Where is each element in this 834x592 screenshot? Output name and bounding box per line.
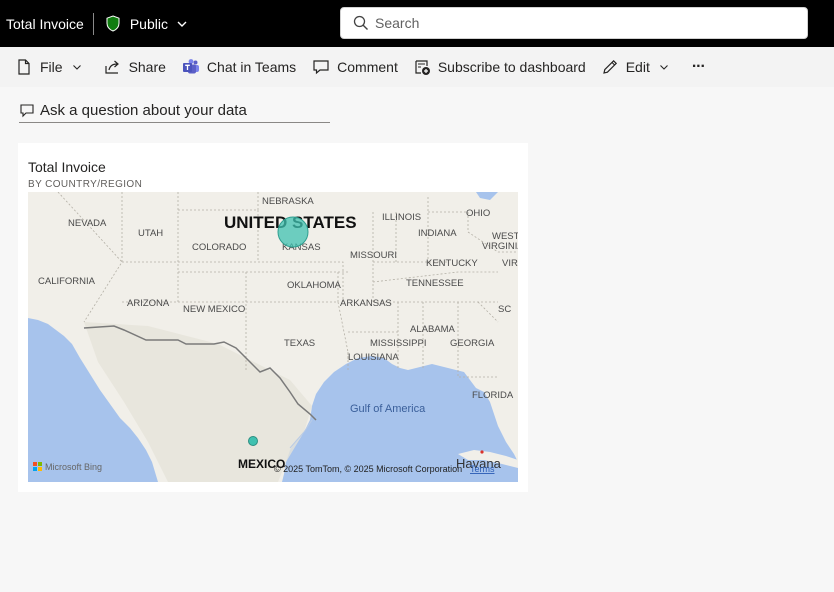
- svg-text:NEW MEXICO: NEW MEXICO: [183, 304, 245, 315]
- shield-icon[interactable]: [105, 15, 121, 32]
- bubble-united-states[interactable]: [277, 216, 309, 248]
- more-options-button[interactable]: ···: [691, 47, 706, 87]
- share-button[interactable]: Share: [104, 47, 166, 87]
- svg-text:GEORGIA: GEORGIA: [450, 338, 495, 349]
- file-label: File: [40, 59, 63, 75]
- subscribe-label: Subscribe to dashboard: [437, 59, 586, 75]
- chevron-down-icon: [659, 62, 669, 72]
- subscribe-button[interactable]: Subscribe to dashboard: [413, 47, 586, 87]
- comment-icon: [19, 102, 35, 118]
- teams-icon: [182, 58, 200, 76]
- file-icon: [15, 58, 33, 76]
- map-provider: Microsoft Bing: [45, 462, 102, 472]
- search-box[interactable]: [340, 7, 808, 39]
- map-copyright: © 2025 TomTom, © 2025 Microsoft Corporat…: [274, 464, 462, 474]
- share-icon: [104, 58, 122, 76]
- chevron-down-icon[interactable]: [176, 18, 188, 30]
- comment-icon: [312, 58, 330, 76]
- tile-title: Total Invoice: [28, 159, 106, 175]
- svg-text:TENNESSEE: TENNESSEE: [406, 278, 464, 289]
- sensitivity-label[interactable]: Public: [130, 16, 168, 32]
- map-tile[interactable]: Total Invoice BY COUNTRY/REGION NEBRASKA…: [18, 143, 528, 492]
- share-label: Share: [128, 59, 166, 75]
- svg-text:MISSOURI: MISSOURI: [350, 250, 397, 261]
- svg-text:INDIANA: INDIANA: [418, 228, 457, 239]
- svg-text:OKLAHOMA: OKLAHOMA: [287, 280, 342, 291]
- svg-text:UTAH: UTAH: [138, 228, 163, 239]
- svg-text:ARKANSAS: ARKANSAS: [340, 298, 392, 309]
- search-input[interactable]: [375, 15, 795, 31]
- action-bar: File Share Chat in Teams Comment Subscri…: [0, 47, 834, 87]
- chat-in-teams-button[interactable]: Chat in Teams: [182, 47, 296, 87]
- svg-text:VIRGINIA: VIRGINIA: [482, 241, 518, 252]
- file-menu-button[interactable]: File: [15, 47, 82, 87]
- pencil-icon: [601, 58, 619, 76]
- top-bar: Total Invoice Public: [0, 0, 834, 47]
- svg-text:SC: SC: [498, 304, 511, 315]
- edit-menu-button[interactable]: Edit: [601, 47, 669, 87]
- svg-text:OHIO: OHIO: [466, 208, 490, 219]
- svg-text:VIR: VIR: [502, 258, 518, 269]
- svg-text:KENTUCKY: KENTUCKY: [426, 258, 478, 269]
- bing-logo: Microsoft Bing: [33, 462, 102, 472]
- comment-label: Comment: [337, 59, 398, 75]
- svg-text:NEBRASKA: NEBRASKA: [262, 196, 314, 207]
- chat-in-teams-label: Chat in Teams: [206, 59, 297, 75]
- city-marker: [480, 450, 484, 454]
- tile-subtitle: BY COUNTRY/REGION: [28, 179, 143, 190]
- svg-text:CALIFORNIA: CALIFORNIA: [38, 276, 96, 287]
- chevron-down-icon: [72, 62, 82, 72]
- map-terms-link[interactable]: Terms: [470, 464, 495, 474]
- map-visual[interactable]: NEBRASKA NEVADA UTAH COLORADO KANSAS ILL…: [28, 192, 518, 482]
- svg-text:TEXAS: TEXAS: [284, 338, 315, 349]
- search-icon: [353, 15, 369, 31]
- svg-text:ARIZONA: ARIZONA: [127, 298, 170, 309]
- comment-button[interactable]: Comment: [312, 47, 398, 87]
- divider: [92, 12, 94, 35]
- map-canvas: NEBRASKA NEVADA UTAH COLORADO KANSAS ILL…: [28, 192, 518, 482]
- svg-text:LOUISIANA: LOUISIANA: [348, 352, 399, 363]
- qna-input[interactable]: Ask a question about your data: [19, 98, 330, 123]
- svg-text:COLORADO: COLORADO: [192, 242, 246, 253]
- svg-text:MISSISSIPPI: MISSISSIPPI: [370, 338, 427, 349]
- qna-prompt: Ask a question about your data: [40, 101, 247, 119]
- svg-text:ILLINOIS: ILLINOIS: [382, 212, 421, 223]
- subscribe-icon: [413, 58, 431, 76]
- edit-label: Edit: [625, 59, 650, 75]
- svg-text:ALABAMA: ALABAMA: [410, 324, 456, 335]
- svg-text:NEVADA: NEVADA: [68, 218, 107, 229]
- report-title: Total Invoice: [6, 15, 84, 32]
- gulf-label: Gulf of America: [350, 403, 426, 415]
- more-options-label: ···: [691, 58, 706, 75]
- svg-text:FLORIDA: FLORIDA: [472, 390, 514, 401]
- bubble-mexico[interactable]: [248, 436, 258, 446]
